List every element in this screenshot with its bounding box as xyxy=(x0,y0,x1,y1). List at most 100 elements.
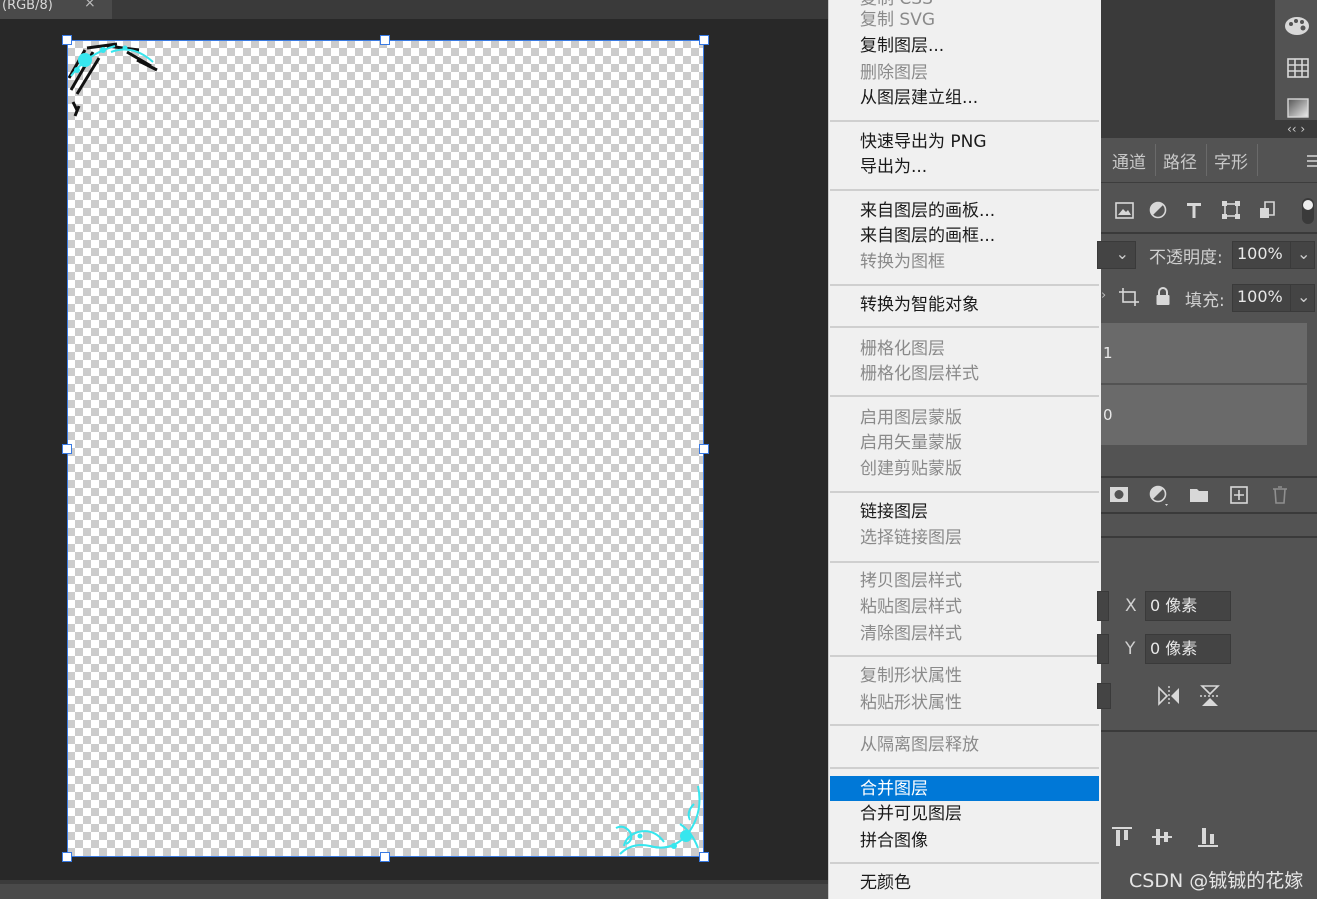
type-filter-icon[interactable] xyxy=(1185,201,1203,219)
tab-paths[interactable]: 路径 xyxy=(1163,148,1197,173)
width-input[interactable] xyxy=(1097,591,1109,621)
menu-separator xyxy=(830,120,1099,122)
menu-item-convert-to-smart-object[interactable]: 转换为智能对象 xyxy=(830,292,1099,318)
artboard-lock-icon[interactable] xyxy=(1119,288,1139,306)
menu-item-duplicate-layer[interactable]: 复制图层... xyxy=(830,33,1099,59)
transform-handle-bottom-left[interactable] xyxy=(62,852,72,862)
menu-item-release-from-isolation[interactable]: 从隔离图层释放 xyxy=(830,732,1099,758)
fill-input[interactable]: 100% xyxy=(1232,284,1290,312)
fill-label: 填充: xyxy=(1185,291,1225,311)
transform-handle-middle-right[interactable] xyxy=(699,444,709,454)
shape-filter-icon[interactable] xyxy=(1222,201,1240,219)
transform-handle-middle-left[interactable] xyxy=(62,444,72,454)
menu-separator xyxy=(830,561,1099,563)
lock-chevron-icon: › xyxy=(1101,288,1107,303)
transform-handle-top-center[interactable] xyxy=(380,35,390,45)
menu-item-rasterize-layer-style[interactable]: 栅格化图层样式 xyxy=(830,361,1099,387)
tab-glyphs[interactable]: 字形 xyxy=(1214,148,1248,173)
tab-channels[interactable]: 通道 xyxy=(1112,148,1146,173)
image-filter-icon[interactable] xyxy=(1115,202,1134,219)
menu-item-enable-vector-mask[interactable]: 启用矢量蒙版 xyxy=(830,430,1099,456)
menu-item-rasterize-layer[interactable]: 栅格化图层 xyxy=(830,336,1099,362)
menu-item-paste-layer-style[interactable]: 粘贴图层样式 xyxy=(830,594,1099,620)
menu-item-delete-layer[interactable]: 删除图层 xyxy=(830,60,1099,86)
menu-item-copy-shape-attributes[interactable]: 复制形状属性 xyxy=(830,663,1099,689)
layer-name: 1 xyxy=(1103,344,1113,362)
blend-mode-dropdown[interactable]: ⌄ xyxy=(1097,241,1136,269)
new-group-folder-icon[interactable] xyxy=(1189,487,1209,503)
fill-dropdown[interactable]: ⌄ xyxy=(1290,284,1315,312)
lock-icon[interactable] xyxy=(1155,287,1171,306)
close-icon[interactable]: × xyxy=(84,0,96,10)
tab-divider xyxy=(1155,144,1156,176)
menu-item-create-clipping-mask[interactable]: 创建剪贴蒙版 xyxy=(830,456,1099,482)
x-position-input[interactable]: 0 像素 xyxy=(1145,591,1231,621)
x-label: X xyxy=(1125,596,1137,616)
y-label: Y xyxy=(1125,639,1136,659)
panel-divider xyxy=(1101,476,1317,478)
adjustment-filter-icon[interactable] xyxy=(1149,201,1167,219)
layer-context-menu: 复制 CSS 复制 SVG 复制图层... 删除图层 从图层建立组... 快速导… xyxy=(828,0,1101,899)
menu-separator xyxy=(830,862,1099,864)
y-position-input[interactable]: 0 像素 xyxy=(1145,634,1231,664)
flip-vertical-icon[interactable] xyxy=(1199,684,1221,708)
layer-row[interactable]: 0 xyxy=(1101,385,1307,445)
align-top-icon[interactable] xyxy=(1111,826,1133,848)
trash-icon[interactable] xyxy=(1272,486,1288,504)
filter-toggle-icon[interactable] xyxy=(1301,197,1315,225)
layer-row[interactable]: 1 xyxy=(1101,323,1307,383)
document-tab[interactable]: (RGB/8) × xyxy=(0,0,112,19)
panel-menu-icon[interactable] xyxy=(1307,154,1317,168)
menu-item-merge-layers[interactable]: 合并图层 xyxy=(830,776,1099,801)
menu-item-copy-layer-style[interactable]: 拷贝图层样式 xyxy=(830,568,1099,594)
menu-item-enable-layer-mask[interactable]: 启用图层蒙版 xyxy=(830,405,1099,431)
chevron-down-icon: ⌄ xyxy=(1297,244,1311,263)
opacity-input[interactable]: 100% xyxy=(1232,241,1290,269)
height-input[interactable] xyxy=(1097,634,1109,664)
panel-divider xyxy=(1101,536,1317,538)
smart-object-filter-icon[interactable] xyxy=(1259,201,1277,219)
opacity-dropdown[interactable]: ⌄ xyxy=(1290,241,1315,269)
right-panel-dock: ‹‹ › 通道 路径 字形 ⌄ 不透明度: 100% ⌄ › 填充: 100% … xyxy=(1097,0,1317,899)
new-layer-icon[interactable] xyxy=(1230,486,1248,504)
collapse-chevrons-icon[interactable]: ‹‹ › xyxy=(1287,122,1305,136)
align-bottom-icon[interactable] xyxy=(1197,826,1219,848)
tab-divider xyxy=(1257,144,1258,176)
palette-icon[interactable] xyxy=(1283,14,1311,38)
horizontal-scrollbar[interactable] xyxy=(0,884,828,899)
menu-separator xyxy=(830,655,1099,657)
flip-horizontal-icon[interactable] xyxy=(1157,685,1181,707)
chevron-down-icon: ⌄ xyxy=(1115,244,1129,263)
menu-item-copy-svg[interactable]: 复制 SVG xyxy=(830,7,1099,33)
panel-divider xyxy=(1101,730,1317,732)
menu-item-frame-from-layers[interactable]: 来自图层的画框... xyxy=(830,223,1099,249)
menu-item-select-linked-layers[interactable]: 选择链接图层 xyxy=(830,525,1099,551)
menu-separator xyxy=(830,284,1099,286)
transform-handle-bottom-center[interactable] xyxy=(380,852,390,862)
menu-item-paste-shape-attributes[interactable]: 粘贴形状属性 xyxy=(830,690,1099,716)
menu-item-artboard-from-layers[interactable]: 来自图层的画板... xyxy=(830,198,1099,224)
gradient-icon[interactable] xyxy=(1287,98,1309,118)
add-mask-icon[interactable] xyxy=(1109,486,1129,503)
menu-item-flatten-image[interactable]: 拼合图像 xyxy=(830,828,1099,854)
swatches-grid-icon[interactable] xyxy=(1287,58,1309,78)
menu-item-group-from-layers[interactable]: 从图层建立组... xyxy=(830,85,1099,111)
menu-item-export-as[interactable]: 导出为... xyxy=(830,154,1099,180)
angle-input[interactable] xyxy=(1097,683,1111,709)
transform-handle-bottom-right[interactable] xyxy=(699,852,709,862)
menu-item-link-layers[interactable]: 链接图层 xyxy=(830,499,1099,525)
menu-item-clear-layer-style[interactable]: 清除图层样式 xyxy=(830,621,1099,647)
tab-divider xyxy=(1206,144,1207,176)
menu-separator xyxy=(830,724,1099,726)
menu-item-quick-export-png[interactable]: 快速导出为 PNG xyxy=(830,129,1099,155)
menu-item-merge-visible[interactable]: 合并可见图层 xyxy=(830,801,1099,827)
new-adjustment-layer-icon[interactable] xyxy=(1149,485,1171,507)
align-vertical-center-icon[interactable] xyxy=(1151,826,1173,848)
panel-tabs: 通道 路径 字形 xyxy=(1101,138,1317,183)
menu-item-convert-to-frame[interactable]: 转换为图框 xyxy=(830,249,1099,275)
transform-handle-top-left[interactable] xyxy=(62,35,72,45)
menu-separator xyxy=(830,326,1099,328)
menu-item-no-color[interactable]: 无颜色 xyxy=(830,870,1099,896)
transform-handle-top-right[interactable] xyxy=(699,35,709,45)
panel-collapse-bar[interactable]: ‹‹ › xyxy=(1101,120,1317,138)
